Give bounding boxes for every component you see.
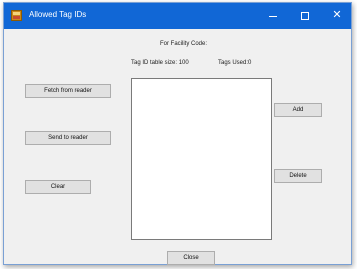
send-to-reader-button[interactable]: Send to reader (25, 131, 111, 145)
tags-used-label: Tags Used:0 (218, 60, 252, 66)
clear-button[interactable]: Clear (25, 180, 91, 194)
app-icon (11, 10, 22, 21)
tag-id-list[interactable] (131, 78, 272, 240)
title-bar[interactable]: Allowed Tag IDs ✕ (4, 3, 351, 29)
fetch-from-reader-button[interactable]: Fetch from reader (25, 84, 111, 98)
maximize-icon (301, 12, 309, 20)
allowed-tag-ids-window: Allowed Tag IDs ✕ For Facility Code: Tag… (3, 2, 352, 265)
maximize-button[interactable] (289, 3, 321, 29)
close-window-button[interactable]: ✕ (321, 3, 353, 29)
minimize-icon (269, 16, 277, 17)
window-title: Allowed Tag IDs (29, 10, 87, 19)
delete-button[interactable]: Delete (274, 169, 322, 183)
minimize-button[interactable] (257, 3, 289, 29)
facility-code-label: For Facility Code: (160, 41, 208, 47)
tag-table-size-label: Tag ID table size: 100 (131, 60, 189, 66)
add-button[interactable]: Add (274, 103, 322, 117)
close-icon: ✕ (332, 9, 342, 21)
close-button[interactable]: Close (167, 251, 215, 265)
